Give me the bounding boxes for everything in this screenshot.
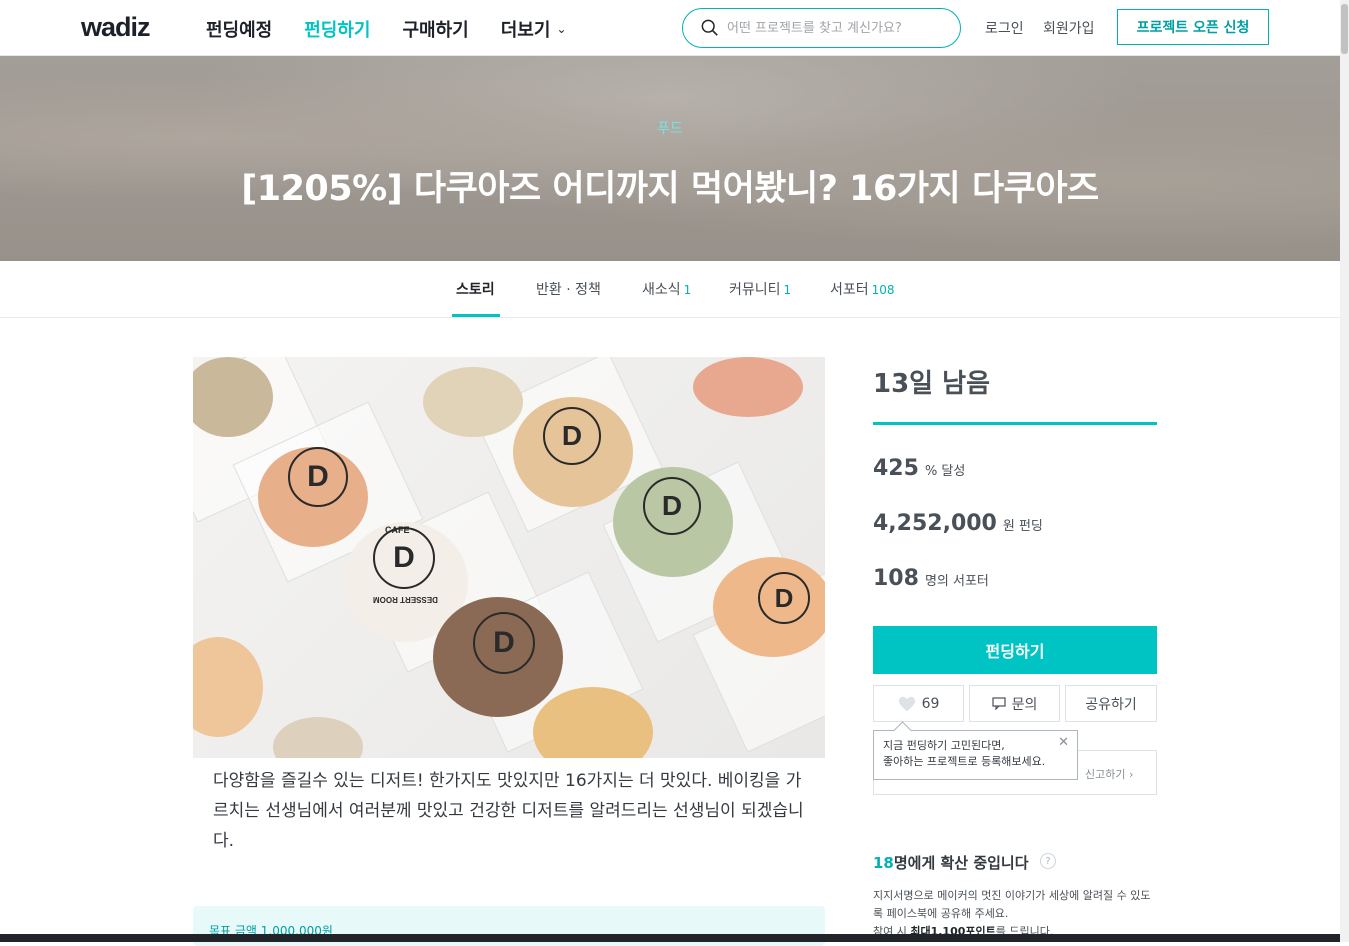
spread-status: 18명에게 확산 중입니다	[873, 852, 1029, 873]
like-count: 69	[921, 695, 940, 712]
like-button[interactable]: 69	[873, 685, 964, 722]
project-summary: 다양함을 즐길수 있는 디저트! 한가지도 맛있지만 16가지는 더 맛있다. …	[213, 771, 804, 851]
chevron-down-icon: ⌄	[556, 22, 567, 36]
dessert-room-logo-3: D	[473, 612, 535, 674]
tooltip-line-2: 좋아하는 프로젝트로 등록해보세요.	[883, 755, 1046, 768]
project-hero: 푸드 [1205%] 다쿠아즈 어디까지 먹어봤니? 16가지 다쿠아즈	[0, 56, 1340, 261]
nav-funding[interactable]: 펀딩하기	[304, 16, 370, 42]
tooltip-line-1: 지금 펀딩하기 고민된다면,	[883, 739, 1005, 752]
tab-supporters[interactable]: 서포터 108	[830, 279, 895, 299]
top-header: wadiz 펀딩예정 펀딩하기 구매하기 더보기 ⌄ 로그인 회원가입 프로젝트…	[0, 0, 1349, 56]
tab-news[interactable]: 새소식 1	[642, 279, 691, 299]
tab-story[interactable]: 스토리	[456, 279, 495, 299]
inquiry-label: 문의	[1011, 696, 1038, 713]
main-nav: 펀딩예정 펀딩하기 구매하기 더보기 ⌄	[206, 16, 599, 42]
tab-policy[interactable]: 반환 · 정책	[536, 279, 601, 299]
tab-story-label: 스토리	[456, 282, 495, 298]
achieved-rate: 425 % 달성	[873, 456, 965, 481]
search-icon	[701, 19, 718, 36]
report-link[interactable]: 신고하기 ›	[1085, 766, 1133, 782]
tab-policy-label: 반환 · 정책	[536, 282, 601, 298]
dessert-room-logo-5: D	[643, 477, 701, 535]
supporter-count: 108 명의 서포터	[873, 566, 989, 591]
nav-more[interactable]: 더보기 ⌄	[501, 16, 567, 42]
spread-description: 지지서명으로 메이커의 멋진 이야기가 세상에 알려질 수 있도록 페이스북에 …	[873, 887, 1157, 941]
page-scrollbar[interactable]	[1340, 0, 1349, 942]
report-label: 신고하기	[1085, 768, 1126, 781]
search-bar[interactable]	[682, 8, 961, 48]
achieved-unit: % 달성	[924, 464, 966, 479]
dessert-room-logo-1: D	[288, 447, 348, 507]
close-icon[interactable]: ✕	[1058, 735, 1069, 751]
days-remaining: 13일 남음	[873, 369, 990, 399]
tab-news-count: 1	[683, 283, 692, 297]
like-tooltip: 지금 펀딩하기 고민된다면, 좋아하는 프로젝트로 등록해보세요. ✕	[873, 730, 1078, 780]
login-link[interactable]: 로그인	[985, 18, 1024, 38]
nav-upcoming[interactable]: 펀딩예정	[206, 16, 272, 42]
dessert-room-logo-6: D	[758, 572, 810, 624]
wadiz-logo[interactable]: wadiz	[81, 12, 151, 43]
tab-community[interactable]: 커뮤니티 1	[729, 279, 791, 299]
tab-community-count: 1	[783, 283, 792, 297]
funded-value: 4,252,000	[873, 511, 997, 536]
chevron-right-icon: ›	[1128, 768, 1134, 781]
tab-community-label: 커뮤니티	[729, 282, 781, 298]
open-project-button[interactable]: 프로젝트 오픈 신청	[1117, 9, 1269, 45]
image-brand-label: DESSERT ROOM	[373, 595, 438, 604]
tab-supporters-count: 108	[871, 283, 895, 297]
heart-icon	[898, 696, 915, 711]
chat-icon	[992, 697, 1006, 710]
image-cafe-label: CAFE	[385, 525, 410, 535]
project-tabs: 스토리 반환 · 정책 새소식 1 커뮤니티 1 서포터 108	[0, 261, 1340, 318]
tab-news-label: 새소식	[642, 282, 681, 298]
project-title: [1205%] 다쿠아즈 어디까지 먹어봤니? 16가지 다쿠아즈	[241, 169, 1099, 209]
share-button[interactable]: 공유하기	[1065, 685, 1157, 722]
spread-text: 명에게 확산 중입니다	[893, 854, 1029, 872]
achieved-value: 425	[873, 456, 919, 481]
help-icon[interactable]: ?	[1040, 853, 1056, 869]
project-main-image: D D D D D D CAFE DESSERT ROOM	[193, 357, 825, 758]
funded-unit: 원 펀딩	[1002, 519, 1043, 534]
tab-supporters-label: 서포터	[830, 282, 869, 298]
dessert-room-logo-2: D	[373, 527, 435, 589]
dessert-room-logo-4: D	[543, 407, 601, 465]
supporters-value: 108	[873, 566, 919, 591]
bottom-bar	[0, 934, 1340, 942]
active-tab-indicator	[452, 314, 500, 317]
spread-count: 18	[873, 854, 894, 872]
nav-store[interactable]: 구매하기	[403, 16, 469, 42]
search-input[interactable]	[727, 20, 947, 36]
supporters-unit: 명의 서포터	[924, 574, 989, 589]
signup-link[interactable]: 회원가입	[1043, 18, 1095, 38]
fund-button[interactable]: 펀딩하기	[873, 626, 1157, 674]
spread-desc-1: 지지서명으로 메이커의 멋진 이야기가 세상에 알려질 수 있도록 페이스북에 …	[873, 889, 1151, 920]
nav-more-label: 더보기	[500, 20, 551, 41]
progress-bar	[873, 422, 1157, 425]
inquiry-button[interactable]: 문의	[969, 685, 1060, 722]
project-category[interactable]: 푸드	[0, 118, 1340, 138]
funded-amount: 4,252,000 원 펀딩	[873, 511, 1043, 536]
scrollbar-thumb[interactable]	[1341, 4, 1348, 54]
